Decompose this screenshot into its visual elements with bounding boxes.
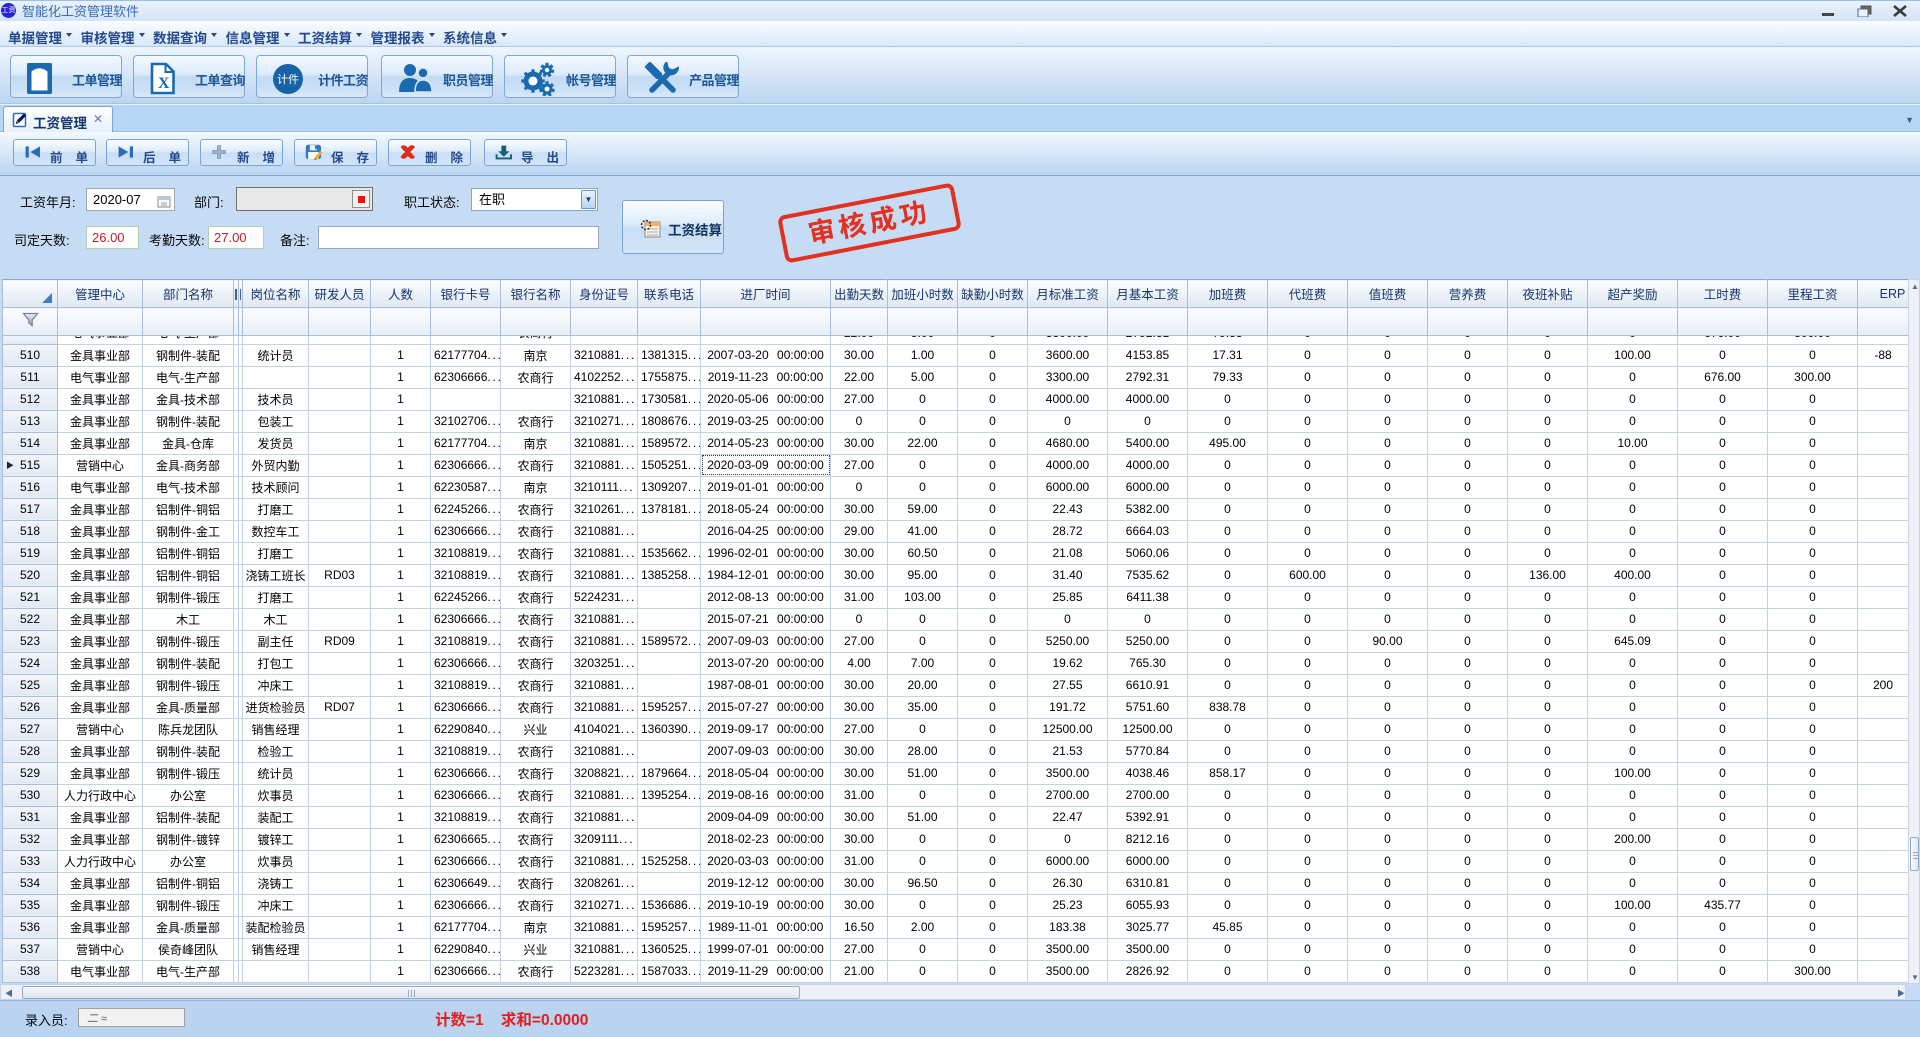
svg-text:X: X	[158, 75, 170, 92]
svg-text:计件: 计件	[277, 71, 299, 87]
